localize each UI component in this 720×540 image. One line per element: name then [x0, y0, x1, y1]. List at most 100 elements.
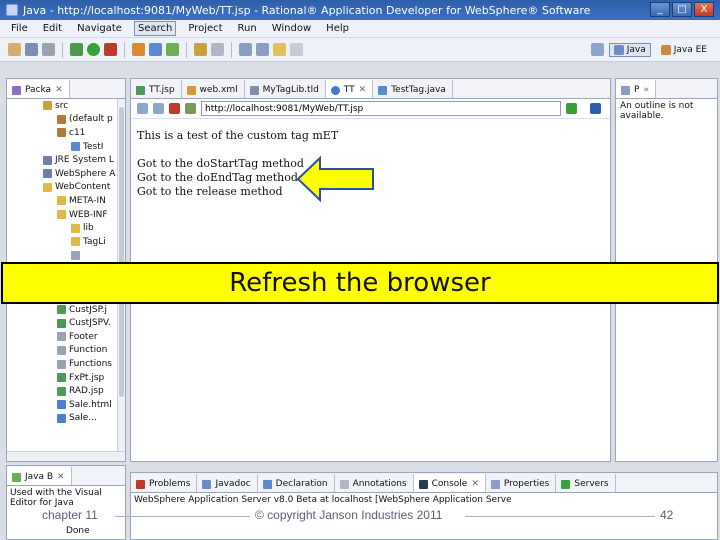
close-tab-icon[interactable]: ✕ [55, 85, 63, 95]
tab-properties[interactable]: Properties [486, 474, 557, 492]
new-icon[interactable] [8, 43, 21, 56]
menu-navigate[interactable]: Navigate [74, 22, 125, 35]
tab-package-explorer[interactable]: Packa ✕ [7, 80, 70, 98]
minimize-button[interactable]: _ [650, 2, 670, 17]
tab-annotations[interactable]: Annotations [335, 474, 414, 492]
menu-project[interactable]: Project [185, 22, 225, 35]
jsp-file-icon [57, 373, 66, 383]
close-tab-icon[interactable]: ✕ [359, 85, 367, 95]
page-line-blank [137, 143, 338, 157]
tree-item[interactable] [7, 249, 117, 263]
tree-item[interactable]: (default p [7, 113, 117, 127]
back-icon[interactable] [273, 43, 286, 56]
maximize-button[interactable]: □ [672, 2, 692, 17]
toolbar-separator [124, 41, 125, 58]
toolbar-separator [231, 41, 232, 58]
tree-item[interactable]: META-IN [7, 194, 117, 208]
menu-file[interactable]: File [8, 22, 31, 35]
go-icon[interactable] [566, 103, 577, 114]
debug-icon[interactable] [70, 43, 83, 56]
web-browser-icon [330, 85, 340, 95]
tree-item[interactable]: CustJSP.j [7, 303, 117, 317]
browser-menu-icon[interactable] [590, 103, 601, 114]
open-type-icon[interactable] [194, 43, 207, 56]
jsp-file-icon [57, 305, 66, 315]
tree-item[interactable]: WEB-INF [7, 208, 117, 222]
tree-item[interactable]: Sale.html [7, 398, 117, 412]
source-folder-icon [43, 101, 52, 111]
new-class-icon[interactable] [166, 43, 179, 56]
new-package-icon[interactable] [149, 43, 162, 56]
tree-item[interactable]: c11 [7, 126, 117, 140]
close-tab-icon[interactable]: ✕ [471, 479, 479, 489]
xml-file-icon [186, 85, 196, 95]
tree-item[interactable]: RAD.jsp [7, 384, 117, 398]
tree-item[interactable]: src [7, 99, 117, 113]
url-input[interactable] [201, 101, 561, 116]
open-perspective-icon[interactable] [590, 43, 604, 56]
console-tab-label: Properties [503, 479, 550, 489]
menu-window[interactable]: Window [269, 22, 314, 35]
previous-annotation-icon[interactable] [256, 43, 269, 56]
menu-help[interactable]: Help [323, 22, 352, 35]
menu-search[interactable]: Search [133, 21, 177, 36]
stop-icon[interactable] [169, 103, 180, 114]
tab-tt-jsp[interactable]: TT.jsp [131, 80, 182, 98]
package-icon [57, 128, 66, 138]
java-beans-tabrow: Java B ✕ [7, 466, 125, 486]
editor-tab-label: web.xml [199, 85, 238, 95]
menu-run[interactable]: Run [235, 22, 260, 35]
tab-servers[interactable]: Servers [556, 474, 616, 492]
print-icon[interactable] [42, 43, 55, 56]
tab-outline[interactable]: P » [616, 80, 656, 98]
file-icon [57, 332, 66, 342]
view-menu-icon[interactable]: » [643, 85, 649, 95]
tab-testtag-java[interactable]: TestTag.java [373, 80, 453, 98]
forward-icon[interactable] [290, 43, 303, 56]
tree-item[interactable]: Footer [7, 330, 117, 344]
arrow-shape [296, 156, 374, 202]
menu-edit[interactable]: Edit [40, 22, 65, 35]
tab-tt-browser[interactable]: TT ✕ [325, 80, 374, 98]
tab-web-xml[interactable]: web.xml [182, 80, 245, 98]
tab-mytaglib-tld[interactable]: MyTagLib.tld [245, 80, 326, 98]
explorer-horizontal-scrollbar[interactable] [7, 451, 125, 461]
folder-icon [57, 196, 66, 206]
pointer-arrow [296, 156, 374, 202]
close-tab-icon[interactable]: ✕ [57, 472, 65, 482]
tree-item[interactable]: FxPt.jsp [7, 371, 117, 385]
new-java-project-icon[interactable] [132, 43, 145, 56]
perspective-java-ee[interactable]: Java EE [656, 43, 712, 57]
tab-problems[interactable]: Problems [131, 474, 198, 492]
tree-item[interactable]: CustJSPV. [7, 317, 117, 331]
next-annotation-icon[interactable] [239, 43, 252, 56]
tree-item-label: lib [83, 223, 94, 234]
close-button[interactable]: X [694, 2, 714, 17]
tree-item[interactable]: Functions [7, 357, 117, 371]
tree-item-label: TagLi [83, 236, 106, 247]
folder-icon [71, 223, 80, 233]
tree-item[interactable]: Sale... [7, 412, 117, 426]
editor-tab-label: MyTagLib.tld [262, 85, 319, 95]
tab-declaration[interactable]: Declaration [258, 474, 335, 492]
run-icon[interactable] [87, 43, 100, 56]
tree-item[interactable]: Function [7, 344, 117, 358]
tree-item[interactable]: JRE System L [7, 153, 117, 167]
tree-item-label: Sale.html [69, 399, 112, 410]
scroll-thumb[interactable] [119, 107, 124, 397]
tree-item[interactable]: TagLi [7, 235, 117, 249]
tab-console[interactable]: Console ✕ [413, 474, 486, 492]
tree-item[interactable]: TestI [7, 140, 117, 154]
search-icon[interactable] [211, 43, 224, 56]
tree-item[interactable]: WebContent [7, 181, 117, 195]
stop-server-icon[interactable] [104, 43, 117, 56]
save-icon[interactable] [25, 43, 38, 56]
tab-javadoc[interactable]: Javadoc [197, 474, 258, 492]
perspective-java[interactable]: Java [608, 42, 651, 57]
tab-java-beans[interactable]: Java B ✕ [7, 467, 72, 485]
tree-item[interactable]: WebSphere A [7, 167, 117, 181]
tree-item[interactable]: lib [7, 221, 117, 235]
forward-arrow-icon[interactable] [153, 103, 164, 114]
back-arrow-icon[interactable] [137, 103, 148, 114]
refresh-icon[interactable] [185, 103, 196, 114]
